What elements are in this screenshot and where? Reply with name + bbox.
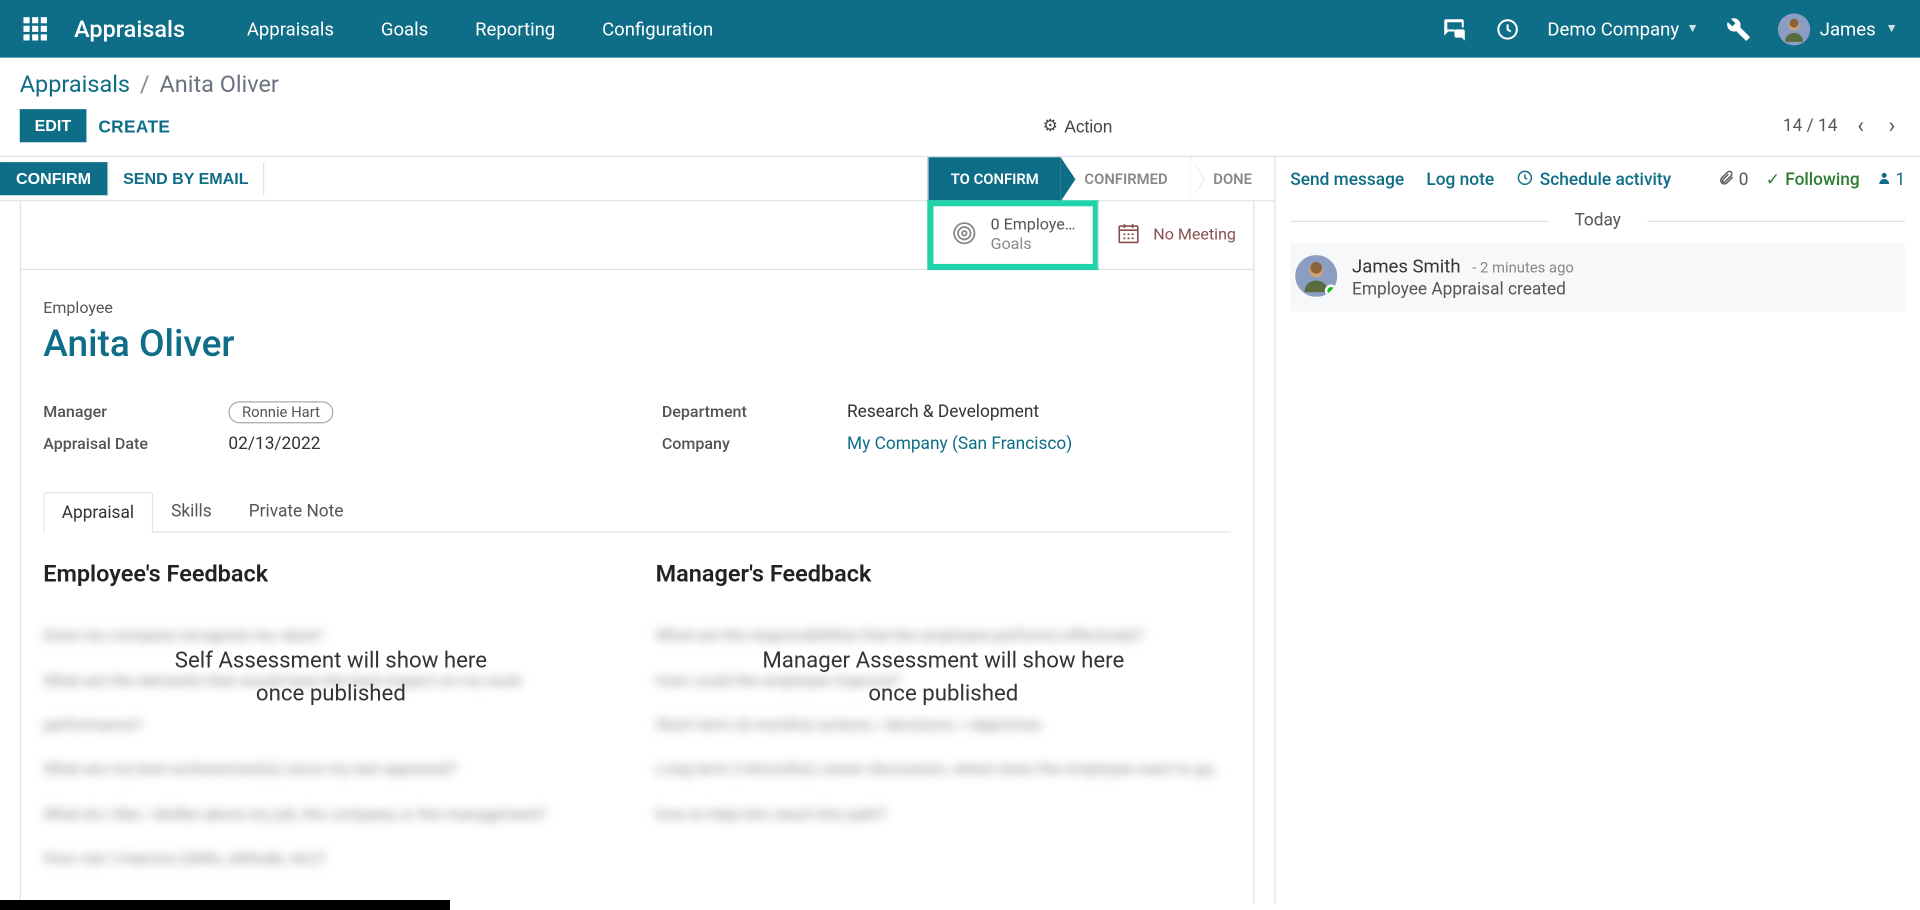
pager-text: 14 / 14 [1783, 116, 1838, 136]
meeting-stat-button[interactable]: No Meeting [1098, 201, 1254, 269]
tab-private-note[interactable]: Private Note [230, 491, 362, 531]
stat-buttons-row: 0 Employe… Goals No Meeting [21, 201, 1253, 270]
chatter-panel: Send message Log note Schedule activity … [1274, 156, 1920, 904]
person-icon [1877, 170, 1892, 190]
stage-confirmed[interactable]: CONFIRMED [1061, 157, 1190, 200]
confirm-button[interactable]: CONFIRM [0, 162, 107, 195]
manager-overlay-line2: once published [656, 677, 1231, 710]
status-bar: CONFIRM SEND BY EMAIL TO CONFIRM CONFIRM… [0, 157, 1274, 201]
blur-text: Short term (6-months) actions / decision… [656, 704, 1231, 749]
pager-prev-icon[interactable]: ‹ [1852, 108, 1869, 144]
blur-text: What are my best achievement(s) since my… [43, 749, 618, 794]
menu-goals[interactable]: Goals [381, 18, 428, 40]
message-time: - 2 minutes ago [1472, 259, 1574, 276]
stage-to-confirm[interactable]: TO CONFIRM [927, 157, 1061, 200]
send-email-button[interactable]: SEND BY EMAIL [107, 162, 265, 195]
goals-count-label: 0 Employe… [991, 216, 1076, 234]
message-author[interactable]: James Smith [1352, 255, 1461, 277]
message-item: James Smith - 2 minutes ago Employee App… [1290, 243, 1905, 312]
target-icon [951, 219, 978, 251]
form-view: CONFIRM SEND BY EMAIL TO CONFIRM CONFIRM… [0, 156, 1274, 904]
edit-button[interactable]: EDIT [20, 109, 86, 142]
online-status-icon [1325, 285, 1337, 297]
company-link[interactable]: My Company (San Francisco) [847, 434, 1072, 454]
menu-appraisals[interactable]: Appraisals [247, 18, 334, 40]
company-label: Company [662, 435, 847, 453]
bottom-black-bar [0, 900, 450, 910]
menu-configuration[interactable]: Configuration [602, 18, 713, 40]
employee-name: Anita Oliver [43, 323, 1231, 366]
blur-text: What do I like / dislike about my job, t… [43, 793, 618, 838]
employee-field-label: Employee [43, 299, 1231, 317]
employee-overlay-line2: once published [43, 677, 618, 710]
paperclip-icon [1718, 169, 1735, 191]
breadcrumb-separator: / [140, 70, 150, 98]
tab-appraisal[interactable]: Appraisal [43, 492, 152, 532]
pager-next-icon[interactable]: › [1884, 108, 1901, 144]
action-label: Action [1064, 116, 1112, 136]
clock-icon [1516, 169, 1533, 191]
followers-count: 1 [1895, 170, 1905, 190]
goals-sub-label: Goals [991, 235, 1076, 254]
attachments-button[interactable]: 0 [1718, 169, 1749, 191]
app-brand[interactable]: Appraisals [74, 15, 185, 43]
menu-reporting[interactable]: Reporting [475, 18, 555, 40]
message-avatar-icon [1295, 255, 1337, 297]
company-name: Demo Company [1547, 18, 1679, 40]
manager-feedback-title: Manager's Feedback [656, 559, 1231, 587]
manager-label: Manager [43, 403, 228, 421]
control-panel: EDIT CREATE ⚙ Action 14 / 14 ‹ › [0, 98, 1920, 156]
caret-down-icon: ▼ [1886, 22, 1898, 35]
user-menu[interactable]: James ▼ [1778, 13, 1898, 45]
form-tabs: Appraisal Skills Private Note [43, 491, 1231, 533]
pager: 14 / 14 ‹ › [1783, 108, 1900, 144]
action-dropdown[interactable]: ⚙ Action [1043, 115, 1113, 136]
caret-down-icon: ▼ [1687, 22, 1699, 35]
manager-tag[interactable]: Ronnie Hart [228, 401, 333, 423]
employee-overlay-line1: Self Assessment will show here [43, 644, 618, 677]
create-button[interactable]: CREATE [98, 116, 170, 136]
breadcrumb-leaf: Anita Oliver [159, 70, 278, 98]
debug-tools-icon[interactable] [1726, 17, 1751, 42]
apps-menu-icon[interactable] [10, 17, 59, 40]
message-body: Employee Appraisal created [1352, 280, 1574, 300]
log-note-link[interactable]: Log note [1426, 170, 1494, 190]
breadcrumb: Appraisals / Anita Oliver [0, 58, 1920, 98]
breadcrumb-root[interactable]: Appraisals [20, 70, 130, 98]
top-menu: Appraisals Goals Reporting Configuration [247, 18, 713, 40]
discuss-icon[interactable] [1441, 17, 1468, 42]
followers-button[interactable]: 1 [1877, 170, 1905, 190]
user-name: James [1820, 18, 1876, 40]
gear-icon: ⚙ [1043, 115, 1059, 136]
check-icon: ✓ [1766, 170, 1780, 190]
blur-text: How can I improve (skills, attitude, etc… [43, 838, 618, 883]
department-label: Department [662, 403, 847, 421]
manager-feedback-placeholder: What are the responsibilities that the e… [656, 615, 1231, 860]
schedule-activity-label: Schedule activity [1540, 170, 1671, 190]
send-message-link[interactable]: Send message [1290, 170, 1404, 190]
tab-skills[interactable]: Skills [153, 491, 231, 531]
employee-feedback-placeholder: Does my company recognize my value? What… [43, 615, 618, 883]
form-sheet: 0 Employe… Goals No Meeting Employee Ani… [20, 201, 1255, 904]
department-value: Research & Development [847, 402, 1039, 422]
meeting-label: No Meeting [1153, 225, 1236, 244]
blur-text: Long term (>6months) career discussion, … [656, 749, 1231, 838]
top-navbar: Appraisals Appraisals Goals Reporting Co… [0, 0, 1920, 58]
status-stages: TO CONFIRM CONFIRMED DONE [927, 157, 1274, 200]
calendar-icon [1116, 220, 1141, 249]
appraisal-date-label: Appraisal Date [43, 435, 228, 453]
following-button[interactable]: ✓ Following [1766, 170, 1860, 190]
user-avatar-icon [1778, 13, 1810, 45]
employee-goals-stat-button[interactable]: 0 Employe… Goals [928, 200, 1099, 270]
appraisal-date-value: 02/13/2022 [228, 434, 320, 454]
date-separator: Today [1290, 211, 1905, 231]
schedule-activity-link[interactable]: Schedule activity [1516, 169, 1671, 191]
employee-feedback-title: Employee's Feedback [43, 559, 618, 587]
following-label: Following [1785, 170, 1859, 190]
attach-count: 0 [1739, 170, 1749, 190]
manager-overlay-line1: Manager Assessment will show here [656, 644, 1231, 677]
activities-clock-icon[interactable] [1496, 17, 1521, 42]
company-selector[interactable]: Demo Company ▼ [1547, 18, 1698, 40]
